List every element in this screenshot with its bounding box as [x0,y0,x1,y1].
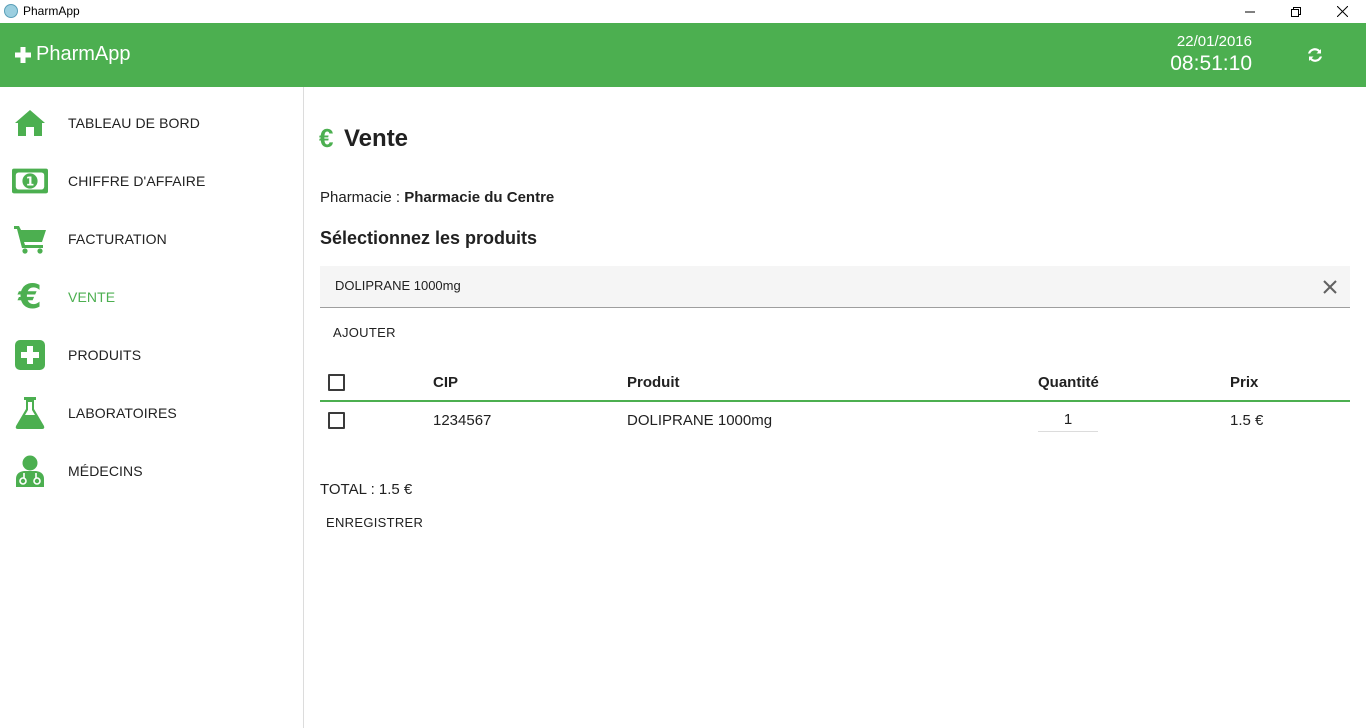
flask-icon [12,395,48,431]
sidebar-item-tableau-de-bord[interactable]: TABLEAU DE BORD [0,94,303,152]
sidebar-item-laboratoires[interactable]: LABORATOIRES [0,384,303,442]
window-title: PharmApp [23,4,80,18]
svg-text:1: 1 [26,175,35,189]
current-time: 08:51:10 [1170,52,1252,75]
main-content: € Vente Pharmacie : Pharmacie du Centre … [305,87,1366,728]
window-titlebar: PharmApp [0,0,1366,23]
cell-prix: 1.5 € [1230,412,1264,429]
enregistrer-button[interactable]: ENREGISTRER [326,515,423,530]
page-title: € Vente [319,123,408,154]
sidebar-item-label: MÉDECINS [68,463,143,479]
page-title-text: Vente [344,124,409,152]
sidebar: TABLEAU DE BORD 1 CHIFFRE D'AFFAIRE FACT… [0,87,304,728]
restore-icon [1291,6,1301,17]
pharmacie-label: Pharmacie : [320,189,405,206]
clear-search-button[interactable] [1322,279,1338,295]
restore-button[interactable] [1273,0,1319,23]
ajouter-button[interactable]: AJOUTER [333,325,396,340]
plus-icon [15,46,31,63]
euro-icon: € [18,277,42,317]
column-header-quantite: Quantité [1038,374,1099,391]
sidebar-item-chiffre-d-affaire[interactable]: 1 CHIFFRE D'AFFAIRE [0,152,303,210]
sidebar-item-label: LABORATOIRES [68,405,177,421]
minimize-button[interactable] [1227,0,1273,23]
brand-name: PharmApp [36,43,131,65]
close-icon [1336,6,1348,17]
select-all-checkbox[interactable] [328,374,345,391]
doctor-icon [12,453,48,489]
product-search-value: DOLIPRANE 1000mg [335,278,461,293]
pharmacie-info: Pharmacie : Pharmacie du Centre [320,189,554,206]
column-header-produit: Produit [627,374,680,391]
refresh-icon [1307,48,1323,62]
close-icon [1323,280,1337,294]
refresh-button[interactable] [1300,43,1330,67]
sidebar-item-label: VENTE [68,289,116,305]
home-icon [12,105,48,141]
euro-icon: € [319,123,334,153]
sidebar-item-vente[interactable]: € VENTE [0,268,303,326]
current-date: 22/01/2016 [1176,33,1252,50]
row-checkbox[interactable] [328,412,345,429]
sidebar-item-label: FACTURATION [68,231,167,247]
cell-produit: DOLIPRANE 1000mg [627,412,773,429]
sidebar-item-medecins[interactable]: MÉDECINS [0,442,303,500]
quantity-input[interactable]: 1 [1038,411,1098,432]
table-header: CIP Produit Quantité Prix [320,365,1350,402]
sidebar-item-label: TABLEAU DE BORD [68,115,200,131]
total-amount: TOTAL : 1.5 € [320,481,413,498]
sidebar-item-produits[interactable]: PRODUITS [0,326,303,384]
section-title: Sélectionnez les produits [320,228,538,248]
column-header-prix: Prix [1230,374,1259,391]
banknote-icon: 1 [12,163,48,199]
app-brand[interactable]: PharmApp [15,43,131,66]
sidebar-item-facturation[interactable]: FACTURATION [0,210,303,268]
app-header: PharmApp 22/01/2016 08:51:10 [0,23,1366,87]
product-search-input[interactable]: DOLIPRANE 1000mg [320,266,1350,308]
sidebar-item-label: CHIFFRE D'AFFAIRE [68,173,206,189]
column-header-cip: CIP [433,374,459,391]
cart-icon [12,221,48,257]
table-row: 1234567 DOLIPRANE 1000mg 1 1.5 € [320,402,1350,440]
minimize-icon [1245,11,1255,12]
close-window-button[interactable] [1319,0,1365,23]
medical-plus-icon [12,337,48,373]
pharmacie-value: Pharmacie du Centre [404,189,555,206]
sidebar-item-label: PRODUITS [68,347,142,363]
datetime-display: 22/01/2016 08:51:10 [1170,33,1252,77]
cell-cip: 1234567 [433,412,492,429]
app-logo-icon [4,4,18,18]
